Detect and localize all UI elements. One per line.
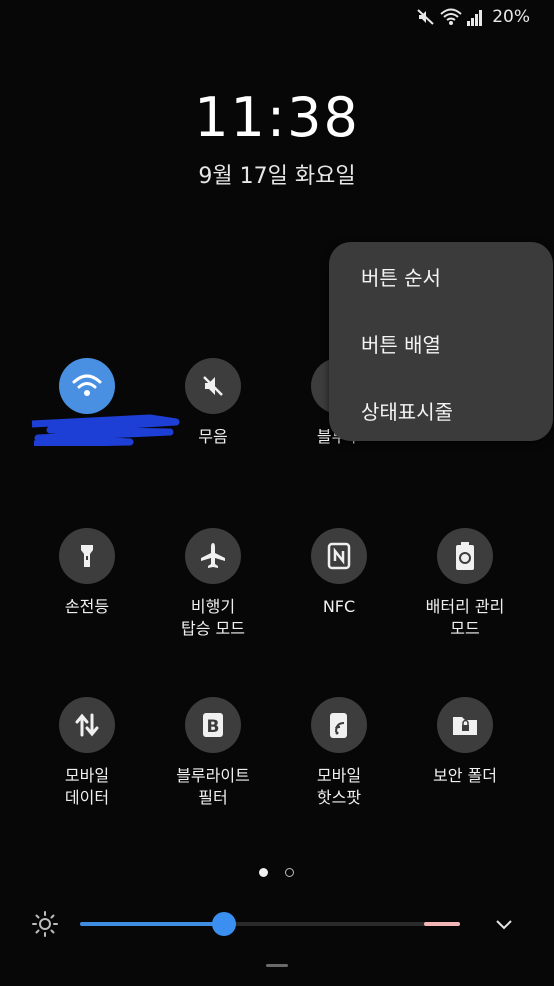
- menu-item-button-layout[interactable]: 버튼 배열: [361, 329, 441, 358]
- tile-airplane-mode[interactable]: 비행기 탑승 모드: [148, 528, 278, 640]
- mobile-data-icon: [75, 713, 99, 737]
- tile-hotspot[interactable]: 모바일 핫스팟: [274, 697, 404, 809]
- hotspot-toggle[interactable]: [311, 697, 367, 753]
- tile-label: 블루라이트 필터: [176, 766, 250, 807]
- mobile-data-toggle[interactable]: [59, 697, 115, 753]
- tile-label: NFC: [322, 597, 356, 616]
- svg-text:B: B: [207, 717, 220, 737]
- tile-label: 비행기 탑승 모드: [181, 597, 245, 638]
- tile-blue-light-filter[interactable]: B 블루라이트 필터: [148, 697, 278, 809]
- airplane-icon: [201, 543, 225, 568]
- menu-item-button-order[interactable]: 버튼 순서: [361, 262, 441, 291]
- hotspot-icon: [330, 713, 347, 738]
- tile-flashlight[interactable]: 손전등: [22, 528, 152, 618]
- status-bar: 20%: [416, 4, 530, 30]
- quick-panel-screen: 20% 11:38 9월 17일 화요일 무음 블루투: [0, 0, 554, 986]
- brightness-high-range: [424, 922, 460, 926]
- mute-toggle[interactable]: [185, 358, 241, 414]
- nfc-icon: [327, 542, 351, 570]
- battery-percentage: 20%: [492, 7, 530, 27]
- brightness-thumb[interactable]: [212, 912, 236, 936]
- airplane-toggle[interactable]: [185, 528, 241, 584]
- brightness-icon: [32, 911, 58, 937]
- tile-label: 배터리 관리 모드: [425, 597, 505, 638]
- secure-folder-icon: [453, 717, 477, 735]
- tile-label: 손전등: [64, 597, 110, 616]
- menu-item-status-bar[interactable]: 상태표시줄: [361, 396, 453, 425]
- button-options-menu: 버튼 순서 버튼 배열 상태표시줄: [329, 242, 553, 441]
- tile-label: 모바일 핫스팟: [316, 766, 362, 807]
- blue-light-filter-icon: B: [203, 713, 223, 737]
- tile-battery-saver[interactable]: 배터리 관리 모드: [400, 528, 530, 640]
- blue-light-filter-toggle[interactable]: B: [185, 697, 241, 753]
- battery-saver-toggle[interactable]: [437, 528, 493, 584]
- tile-nfc[interactable]: NFC: [274, 528, 404, 618]
- brightness-slider[interactable]: [80, 912, 460, 936]
- battery-saver-icon: [456, 542, 474, 570]
- brightness-fill: [80, 922, 224, 926]
- flashlight-icon: [81, 545, 93, 567]
- drag-handle[interactable]: [266, 964, 288, 967]
- tile-label: 모바일 데이터: [64, 766, 110, 807]
- wifi-icon: [72, 374, 102, 396]
- nfc-toggle[interactable]: [311, 528, 367, 584]
- page-indicator-1[interactable]: [259, 868, 268, 877]
- tile-secure-folder[interactable]: 보안 폴더: [400, 697, 530, 787]
- wifi-icon: [440, 7, 462, 27]
- wifi-toggle[interactable]: [59, 358, 115, 414]
- tile-mute[interactable]: 무음: [148, 358, 278, 448]
- page-indicator-2[interactable]: [285, 868, 294, 877]
- tile-wifi[interactable]: [22, 358, 152, 414]
- date: 9월 17일 화요일: [198, 164, 356, 189]
- mute-icon: [203, 376, 223, 396]
- tile-label: 무음: [198, 427, 228, 446]
- chevron-down-icon[interactable]: [494, 914, 514, 934]
- tile-mobile-data[interactable]: 모바일 데이터: [22, 697, 152, 809]
- flashlight-toggle[interactable]: [59, 528, 115, 584]
- clock: 11:38: [194, 86, 360, 149]
- signal-icon: [466, 7, 484, 27]
- secure-folder-toggle[interactable]: [437, 697, 493, 753]
- mute-icon: [416, 7, 436, 27]
- tile-label: 보안 폴더: [433, 766, 497, 785]
